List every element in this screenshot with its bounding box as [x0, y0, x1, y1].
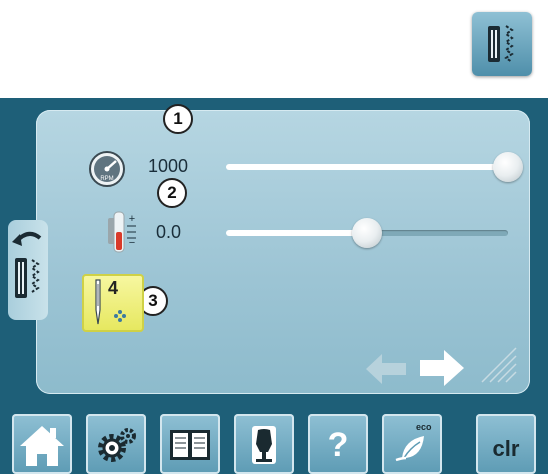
needle-position-button[interactable]: 4: [82, 274, 144, 332]
svg-text:−: −: [129, 237, 135, 249]
stitch-view-icon[interactable]: [472, 12, 532, 76]
eco-label: eco: [416, 422, 432, 432]
speed-slider-track[interactable]: [226, 164, 508, 170]
help-button[interactable]: ?: [308, 414, 368, 474]
arrow-left-icon[interactable]: [364, 352, 408, 391]
home-icon: [20, 426, 64, 466]
arrow-right-icon[interactable]: [418, 348, 466, 393]
tutorial-button[interactable]: [160, 414, 220, 474]
upper-thread-value: 0.0: [156, 222, 182, 242]
speed-value: 1000: [148, 156, 189, 176]
book-icon: [170, 430, 210, 460]
callout-1: 1: [163, 104, 193, 134]
help-label: ?: [327, 426, 349, 464]
clear-label: clr: [492, 436, 520, 461]
upper-thread-slider-track-left[interactable]: [226, 230, 368, 236]
needle-number: 4: [108, 278, 119, 298]
resize-grip-icon: [478, 344, 518, 389]
creative-consultant-button[interactable]: [234, 414, 294, 474]
speedometer-icon: RPM: [88, 150, 126, 188]
svg-text:+: +: [129, 213, 135, 225]
clear-button[interactable]: clr: [476, 414, 536, 474]
eco-leaf-icon: [395, 436, 424, 462]
settings-gears-icon: [98, 428, 136, 462]
upper-thread-slider-thumb[interactable]: [352, 218, 382, 248]
upper-thread-slider-track-right[interactable]: [368, 230, 508, 236]
callout-2: 2: [157, 178, 187, 208]
thread-tension-icon: + −: [102, 210, 142, 254]
home-button[interactable]: [12, 414, 72, 474]
speed-slider-thumb[interactable]: [493, 152, 523, 182]
dress-form-icon: [252, 426, 276, 464]
eco-button[interactable]: eco: [382, 414, 442, 474]
back-stitch-tab[interactable]: [8, 220, 48, 320]
setup-button[interactable]: [86, 414, 146, 474]
rpm-unit-label: RPM: [100, 176, 113, 182]
bottom-toolbar: ? eco clr: [0, 408, 548, 474]
